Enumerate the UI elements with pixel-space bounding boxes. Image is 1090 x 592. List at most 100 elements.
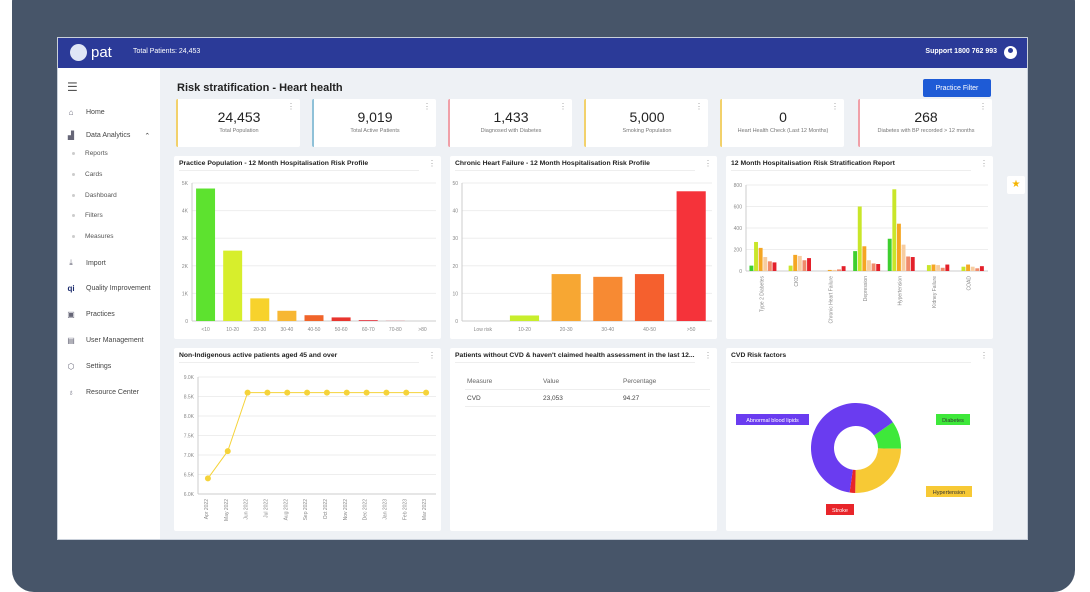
bar[interactable]: [941, 268, 945, 271]
more-options-icon[interactable]: ⋮: [423, 102, 431, 111]
favorite-star-icon[interactable]: ★: [1007, 176, 1025, 194]
bar[interactable]: [966, 265, 970, 271]
sidebar-subitem-cards[interactable]: Cards: [72, 171, 102, 178]
data-point[interactable]: [344, 390, 350, 396]
bar[interactable]: [768, 261, 772, 271]
sidebar-item-import[interactable]: ⤓Import: [66, 258, 106, 268]
bar[interactable]: [853, 251, 857, 271]
kpi-card[interactable]: 24,453Total Population⋮: [176, 99, 300, 147]
bar[interactable]: [867, 260, 871, 271]
sidebar-item-user-management[interactable]: ▤User Management: [66, 336, 144, 345]
bar[interactable]: [876, 264, 880, 271]
bar[interactable]: [793, 255, 797, 271]
practice-filter-button[interactable]: Practice Filter: [923, 79, 991, 97]
bar[interactable]: [927, 265, 931, 271]
sidebar-item-home[interactable]: ⌂Home: [66, 108, 105, 117]
more-options-icon[interactable]: ⋮: [831, 102, 839, 111]
bar[interactable]: [552, 274, 581, 321]
donut-slice[interactable]: [855, 448, 901, 493]
bar[interactable]: [789, 266, 793, 271]
bar[interactable]: [754, 242, 758, 271]
chart-svg: 01020304050Low risk10-2020-3030-4040-50>…: [450, 156, 717, 339]
bar[interactable]: [892, 189, 896, 271]
sidebar-item-practices[interactable]: ▣Practices: [66, 310, 115, 319]
more-options-icon[interactable]: ⋮: [695, 102, 703, 111]
data-point[interactable]: [264, 390, 270, 396]
data-point[interactable]: [225, 448, 231, 454]
bar[interactable]: [842, 266, 846, 271]
bar[interactable]: [936, 265, 940, 271]
bar[interactable]: [858, 207, 862, 272]
sidebar-subitem-measures[interactable]: Measures: [72, 233, 114, 240]
bar[interactable]: [677, 191, 706, 321]
bar[interactable]: [902, 245, 906, 271]
bar[interactable]: [932, 265, 936, 271]
bar[interactable]: [832, 270, 836, 271]
more-options-icon[interactable]: ⋮: [979, 102, 987, 111]
sidebar-item-settings[interactable]: ⬡Settings: [66, 362, 111, 371]
data-point[interactable]: [403, 390, 409, 396]
bar[interactable]: [837, 269, 841, 271]
user-management-icon: ▤: [66, 336, 76, 345]
sidebar-subitem-dashboard[interactable]: Dashboard: [72, 192, 117, 199]
bar[interactable]: [975, 268, 979, 271]
bar[interactable]: [980, 266, 984, 271]
bar[interactable]: [911, 257, 915, 271]
sidebar-subitem-reports[interactable]: Reports: [72, 150, 108, 157]
bar[interactable]: [196, 189, 215, 321]
kpi-card[interactable]: 5,000Smoking Population⋮: [584, 99, 708, 147]
bar[interactable]: [635, 274, 664, 321]
bar[interactable]: [773, 262, 777, 271]
bar[interactable]: [802, 260, 806, 271]
data-point[interactable]: [304, 390, 310, 396]
more-options-icon[interactable]: ⋮: [704, 351, 712, 360]
bar[interactable]: [906, 256, 910, 271]
settings-icon: ⬡: [66, 362, 76, 371]
y-tick-label: 40: [452, 209, 458, 215]
kpi-value: 9,019: [314, 109, 436, 125]
bar[interactable]: [763, 257, 767, 271]
sidebar-item-quality-improvement[interactable]: qiQuality Improvement: [66, 284, 151, 293]
more-options-icon[interactable]: ⋮: [559, 102, 567, 111]
bar[interactable]: [971, 267, 975, 271]
bar[interactable]: [798, 256, 802, 271]
bar[interactable]: [828, 270, 832, 271]
x-tick-label: Jul 2022: [263, 499, 269, 518]
data-point[interactable]: [205, 475, 211, 481]
bar[interactable]: [277, 311, 296, 321]
logo[interactable]: pat: [70, 44, 112, 61]
bar[interactable]: [305, 315, 324, 321]
bar[interactable]: [897, 224, 901, 271]
user-account-icon[interactable]: [1004, 46, 1017, 59]
bar[interactable]: [593, 277, 622, 321]
bar[interactable]: [807, 258, 811, 271]
bar[interactable]: [250, 298, 269, 321]
bar[interactable]: [359, 320, 378, 321]
y-tick-label: 0: [185, 319, 188, 325]
bar[interactable]: [749, 266, 753, 271]
data-point[interactable]: [245, 390, 251, 396]
kpi-card[interactable]: 1,433Diagnosed with Diabetes⋮: [448, 99, 572, 147]
bar[interactable]: [332, 317, 351, 321]
bar[interactable]: [510, 315, 539, 321]
bar[interactable]: [223, 251, 242, 321]
data-point[interactable]: [284, 390, 290, 396]
data-point[interactable]: [324, 390, 330, 396]
bar[interactable]: [945, 265, 949, 271]
data-point[interactable]: [423, 390, 429, 396]
bar[interactable]: [759, 248, 763, 271]
more-options-icon[interactable]: ⋮: [287, 102, 295, 111]
sidebar-subitem-filters[interactable]: Filters: [72, 212, 103, 219]
data-point[interactable]: [364, 390, 370, 396]
bar[interactable]: [961, 267, 965, 271]
sidebar-item-data-analytics[interactable]: ▟Data Analytics⌃: [66, 131, 150, 140]
bar[interactable]: [862, 246, 866, 271]
sidebar-item-resource-center[interactable]: ♁Resource Center: [66, 388, 139, 397]
kpi-card[interactable]: 9,019Total Active Patients⋮: [312, 99, 436, 147]
bar[interactable]: [872, 263, 876, 271]
data-point[interactable]: [383, 390, 389, 396]
kpi-card[interactable]: 268Diabetes with BP recorded > 12 months…: [858, 99, 992, 147]
bar[interactable]: [888, 239, 892, 271]
menu-icon[interactable]: ☰: [67, 80, 78, 94]
kpi-card[interactable]: 0Heart Health Check (Last 12 Months)⋮: [720, 99, 844, 147]
